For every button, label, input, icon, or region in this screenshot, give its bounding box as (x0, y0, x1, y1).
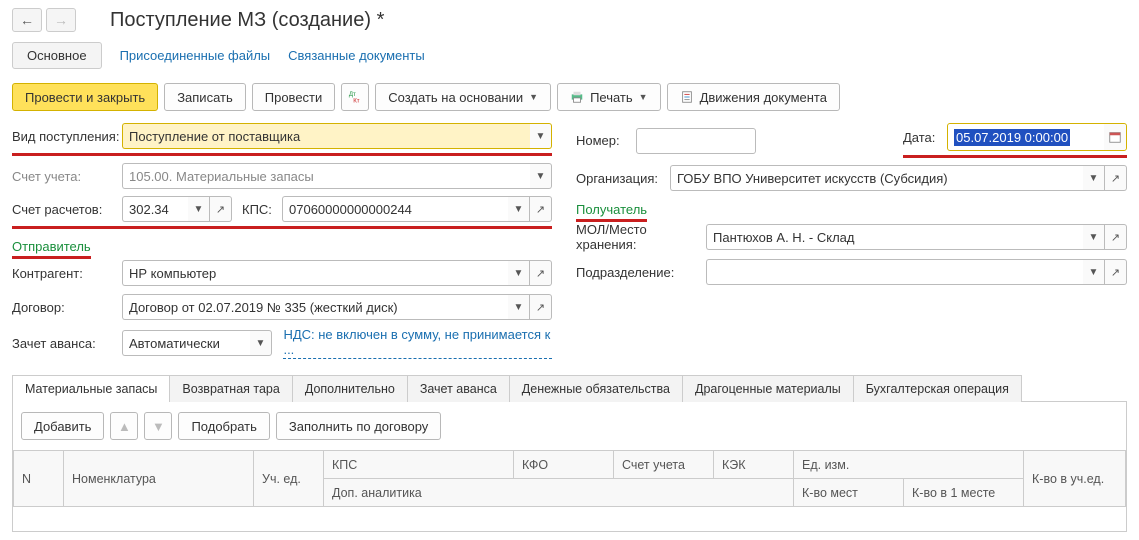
sender-section-title: Отправитель (12, 235, 91, 259)
nds-link[interactable]: НДС: не включен в сумму, не принимается … (283, 327, 552, 359)
calendar-button[interactable] (1104, 124, 1126, 150)
vid-postupleniya-select[interactable]: Поступление от поставщика (122, 123, 530, 149)
dropdown-button[interactable]: ▼ (1083, 165, 1105, 191)
nav-forward-button[interactable]: → (46, 8, 76, 32)
post-button[interactable]: Провести (252, 83, 336, 111)
schet-ucheta-field[interactable]: 105.00. Материальные запасы (122, 163, 530, 189)
mol-field[interactable]: Пантюхов А. Н. - Склад (706, 224, 1083, 250)
move-down-button[interactable]: ▼ (144, 412, 172, 440)
recipient-section-title: Получатель (576, 198, 647, 222)
col-kek[interactable]: КЭК (714, 451, 794, 479)
label-podr: Подразделение: (576, 265, 706, 280)
nomer-field[interactable] (636, 128, 756, 154)
data-field[interactable]: 05.07.2019 0:00:00 (948, 124, 1104, 150)
dogovor-field[interactable]: Договор от 02.07.2019 № 335 (жесткий дис… (122, 294, 508, 320)
tab-main[interactable]: Основное (12, 42, 102, 69)
label-mol: МОЛ/Место хранения: (576, 222, 706, 252)
label-zachet-avansa: Зачет аванса: (12, 336, 122, 351)
tab-accounting-operation[interactable]: Бухгалтерская операция (854, 375, 1022, 402)
col-nomenklatura[interactable]: Номенклатура (64, 451, 254, 507)
printer-icon (570, 90, 584, 104)
chevron-down-icon: ▼ (639, 92, 648, 102)
tab-additional[interactable]: Дополнительно (293, 375, 408, 402)
dropdown-button[interactable]: ▼ (188, 196, 210, 222)
nav-back-button[interactable]: ← (12, 8, 42, 32)
svg-text:Кт: Кт (354, 97, 361, 104)
col-kfo[interactable]: КФО (514, 451, 614, 479)
label-schet-ucheta: Счет учета: (12, 169, 122, 184)
dtkt-button[interactable]: ДтКт (341, 83, 369, 111)
create-based-on-button[interactable]: Создать на основании ▼ (375, 83, 551, 111)
chevron-down-icon: ▼ (529, 92, 538, 102)
add-row-button[interactable]: Добавить (21, 412, 104, 440)
post-and-close-button[interactable]: Провести и закрыть (12, 83, 158, 111)
link-attached-files[interactable]: Присоединенные файлы (120, 48, 271, 63)
label-org: Организация: (576, 171, 670, 186)
link-related-docs[interactable]: Связанные документы (288, 48, 425, 63)
grid-header-row-1: N Номенклатура Уч. ед. КПС КФО Счет учет… (14, 451, 1126, 479)
organization-field[interactable]: ГОБУ ВПО Университет искусств (Субсидия) (670, 165, 1083, 191)
col-uch-ed[interactable]: Уч. ед. (254, 451, 324, 507)
calendar-icon (1108, 130, 1122, 144)
label-contragent: Контрагент: (12, 266, 122, 281)
dropdown-button[interactable]: ▼ (508, 260, 530, 286)
zachet-avansa-select[interactable]: Автоматически (122, 330, 250, 356)
label-dogovor: Договор: (12, 300, 122, 315)
data-grid[interactable]: N Номенклатура Уч. ед. КПС КФО Счет учет… (13, 450, 1126, 507)
open-button[interactable]: ↗ (530, 294, 552, 320)
label-data: Дата: (903, 130, 947, 145)
open-button[interactable]: ↗ (210, 196, 232, 222)
tab-advance-offset[interactable]: Зачет аванса (408, 375, 510, 402)
col-kvo-v1-meste[interactable]: К-во в 1 месте (904, 479, 1024, 507)
open-button[interactable]: ↗ (1105, 224, 1127, 250)
dropdown-button[interactable]: ▼ (530, 163, 552, 189)
dropdown-button[interactable]: ▼ (530, 123, 552, 149)
dropdown-button[interactable]: ▼ (508, 196, 530, 222)
kps-field[interactable]: 07060000000000244 (282, 196, 508, 222)
tab-returnable-tare[interactable]: Возвратная тара (170, 375, 292, 402)
tab-precious-materials[interactable]: Драгоценные материалы (683, 375, 854, 402)
dropdown-button[interactable]: ▼ (250, 330, 272, 356)
col-n[interactable]: N (14, 451, 64, 507)
contragent-field[interactable]: НР компьютер (122, 260, 508, 286)
debit-credit-icon: ДтКт (348, 90, 362, 104)
schet-raschetov-field[interactable]: 302.34 (122, 196, 188, 222)
open-button[interactable]: ↗ (1105, 165, 1127, 191)
doc-movements-button[interactable]: Движения документа (667, 83, 840, 111)
label-kps: КПС: (242, 202, 282, 217)
col-ed-izm[interactable]: Ед. изм. (794, 451, 1024, 479)
open-button[interactable]: ↗ (1105, 259, 1127, 285)
col-dop-analitika[interactable]: Доп. аналитика (324, 479, 794, 507)
col-kvo-mest[interactable]: К-во мест (794, 479, 904, 507)
col-kvo-uch[interactable]: К-во в уч.ед. (1024, 451, 1126, 507)
open-button[interactable]: ↗ (530, 260, 552, 286)
page-title: Поступление МЗ (создание) * (110, 9, 384, 32)
tab-bar: Материальные запасы Возвратная тара Допо… (12, 375, 1127, 402)
label-vid: Вид поступления: (12, 129, 122, 144)
open-button[interactable]: ↗ (530, 196, 552, 222)
tab-monetary-obligations[interactable]: Денежные обязательства (510, 375, 683, 402)
label-schet-rasch: Счет расчетов: (12, 202, 122, 217)
label-nomer: Номер: (576, 133, 636, 148)
col-kps[interactable]: КПС (324, 451, 514, 479)
tab-material-stocks[interactable]: Материальные запасы (12, 375, 170, 402)
dropdown-button[interactable]: ▼ (1083, 224, 1105, 250)
podrazdelenie-field[interactable] (706, 259, 1083, 285)
col-schet-ucheta[interactable]: Счет учета (614, 451, 714, 479)
dropdown-button[interactable]: ▼ (1083, 259, 1105, 285)
save-button[interactable]: Записать (164, 83, 246, 111)
print-button[interactable]: Печать ▼ (557, 83, 661, 111)
pick-button[interactable]: Подобрать (178, 412, 269, 440)
dropdown-button[interactable]: ▼ (508, 294, 530, 320)
fill-by-contract-button[interactable]: Заполнить по договору (276, 412, 441, 440)
document-icon (680, 90, 694, 104)
move-up-button[interactable]: ▲ (110, 412, 138, 440)
